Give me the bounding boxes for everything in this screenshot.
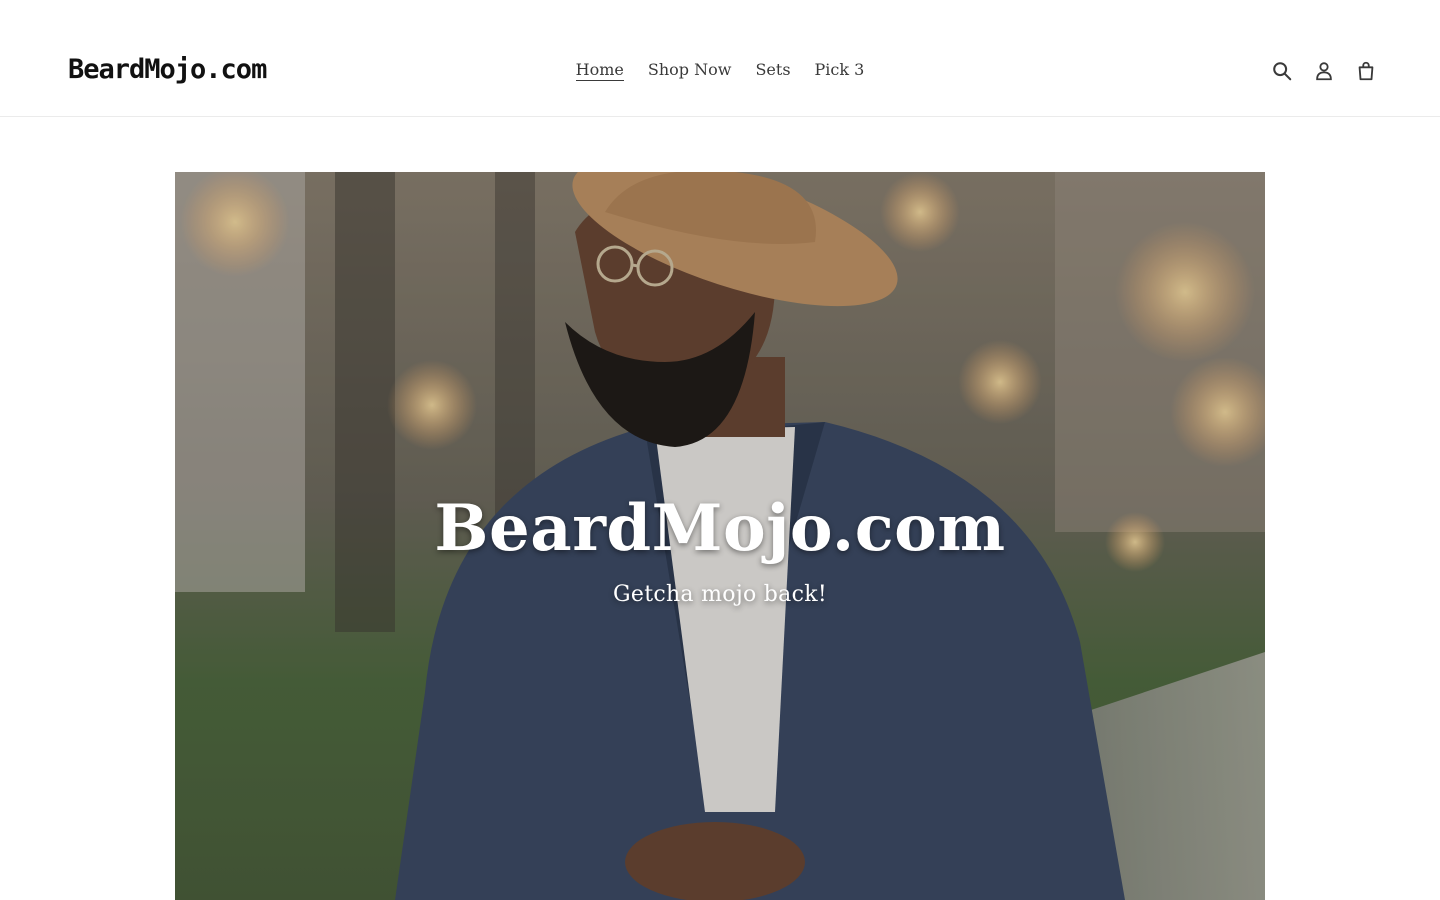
nav-pick-3[interactable]: Pick 3: [815, 60, 865, 81]
nav-sets[interactable]: Sets: [755, 60, 790, 81]
hero-banner: BeardMojo.com Getcha mojo back!: [175, 172, 1265, 900]
nav-shop-now[interactable]: Shop Now: [648, 60, 732, 81]
hero-text-block: BeardMojo.com Getcha mojo back!: [175, 491, 1265, 608]
header-icons: [1270, 58, 1378, 84]
main-nav: Home Shop Now Sets Pick 3: [0, 60, 1440, 81]
site-header: BeardMojo.com Home Shop Now Sets Pick 3: [0, 0, 1440, 117]
nav-home[interactable]: Home: [575, 60, 624, 81]
search-icon[interactable]: [1270, 58, 1294, 84]
cart-icon[interactable]: [1354, 58, 1378, 84]
hero-title: BeardMojo.com: [434, 491, 1006, 566]
hero-subtitle: Getcha mojo back!: [613, 582, 827, 608]
account-icon[interactable]: [1312, 58, 1336, 84]
